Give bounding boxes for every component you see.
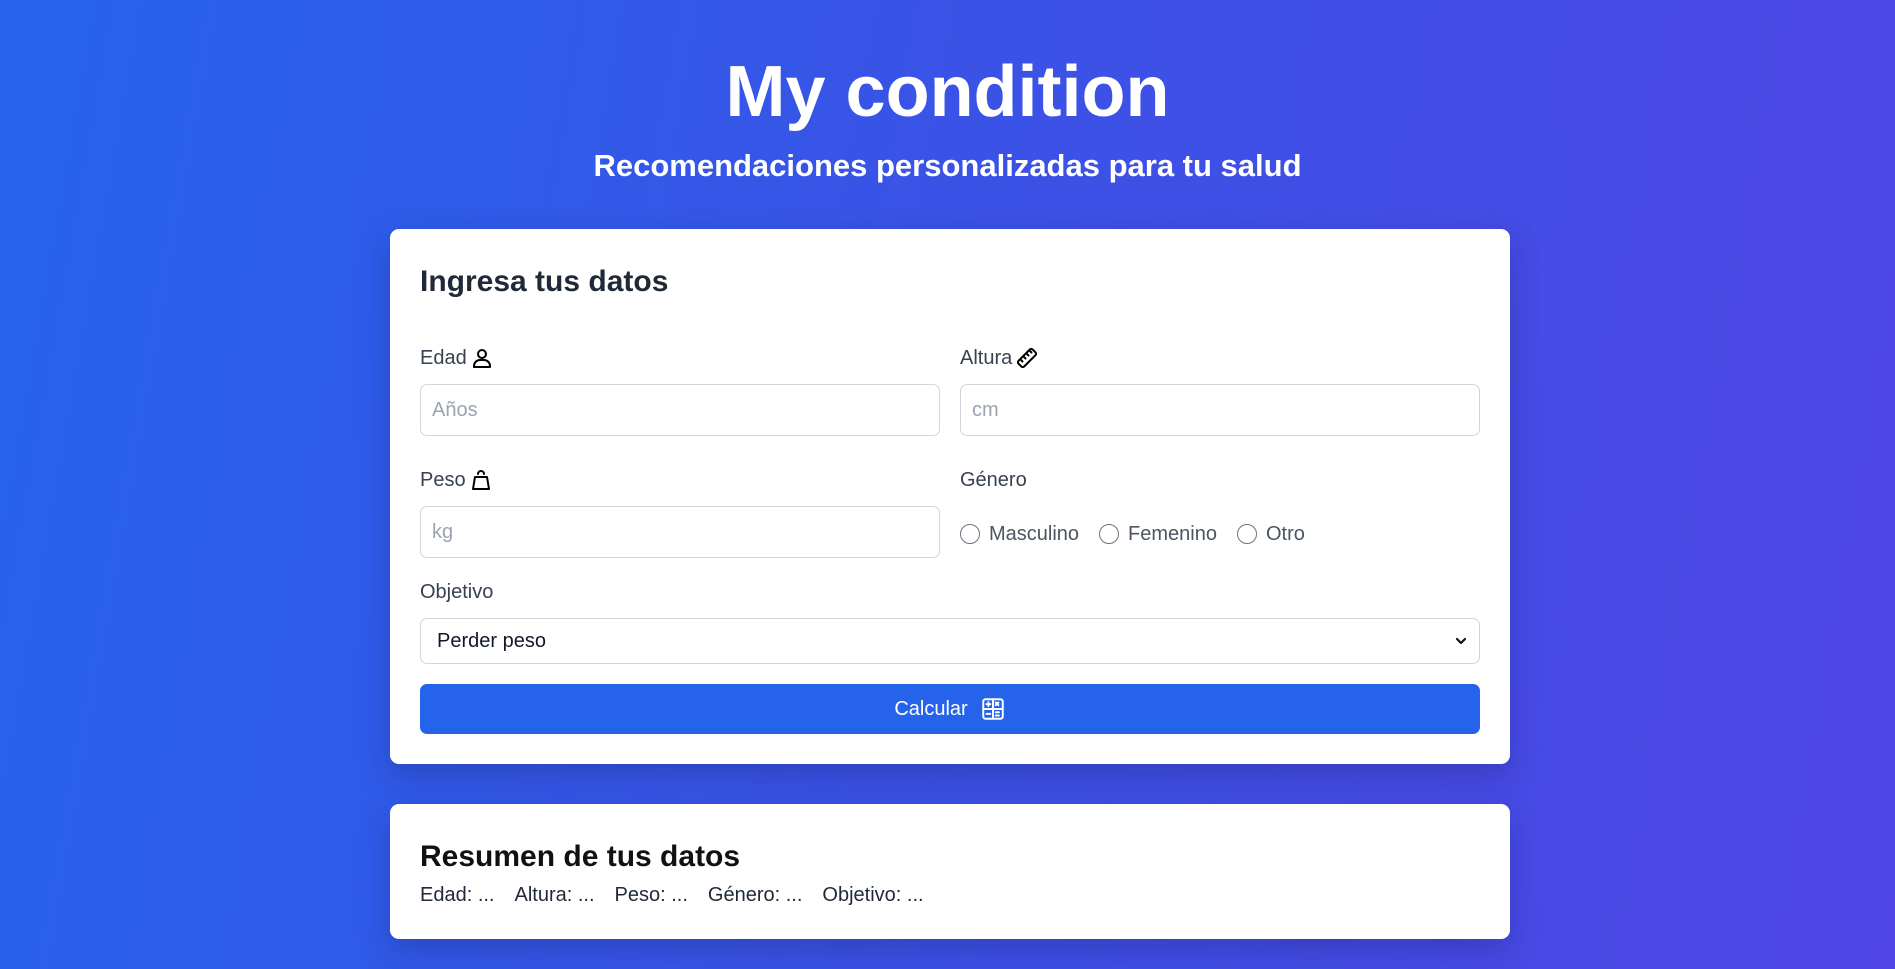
height-input[interactable] xyxy=(960,384,1480,436)
height-label: Altura xyxy=(960,343,1039,373)
summary-weight: Peso: ... xyxy=(614,884,688,906)
calculate-button-label: Calcular xyxy=(894,697,968,720)
weight-label-text: Peso xyxy=(420,468,466,491)
height-label-text: Altura xyxy=(960,346,1013,369)
goal-label-text: Objetivo xyxy=(420,580,494,603)
summary-values: Edad: ... Altura: ... Peso: ... Género: … xyxy=(420,884,924,907)
summary-age: Edad: ... xyxy=(420,884,495,906)
data-form-card: Ingresa tus datos Edad Altura Peso Géner… xyxy=(390,229,1510,764)
goal-select[interactable]: Perder peso xyxy=(420,618,1480,664)
gender-radio-group: Masculino Femenino Otro xyxy=(960,519,1305,549)
gender-label: Género xyxy=(960,465,1027,495)
radio-button-masculino[interactable] xyxy=(960,524,980,544)
form-title: Ingresa tus datos xyxy=(420,265,669,298)
gender-option-femenino[interactable]: Femenino xyxy=(1099,523,1217,546)
calculate-button[interactable]: Calcular xyxy=(420,684,1480,734)
chevron-down-icon xyxy=(1455,637,1467,645)
gender-label-text: Género xyxy=(960,468,1027,491)
gender-option-masculino[interactable]: Masculino xyxy=(960,523,1079,546)
summary-height: Altura: ... xyxy=(514,884,595,906)
summary-card: Resumen de tus datos Edad: ... Altura: .… xyxy=(390,804,1510,939)
goal-select-value: Perder peso xyxy=(437,629,546,652)
gender-option-label: Masculino xyxy=(989,522,1080,545)
age-input[interactable] xyxy=(420,384,940,436)
summary-goal: Objetivo: ... xyxy=(822,884,924,906)
calculator-icon xyxy=(981,698,1004,720)
weight-input[interactable] xyxy=(420,506,940,558)
person-icon xyxy=(472,349,491,368)
gender-option-label: Otro xyxy=(1265,522,1305,545)
age-label-text: Edad xyxy=(420,346,467,369)
app-subtitle: Recomendaciones personalizadas para tu s… xyxy=(593,148,1302,183)
weight-icon xyxy=(471,470,490,490)
gender-option-label: Femenino xyxy=(1128,522,1217,545)
gender-option-otro[interactable]: Otro xyxy=(1236,522,1305,546)
radio-button-femenino[interactable] xyxy=(1099,524,1120,544)
goal-label: Objetivo xyxy=(420,577,493,607)
app-title: My condition xyxy=(725,52,1170,132)
age-label: Edad xyxy=(420,343,494,373)
summary-gender: Género: ... xyxy=(707,884,803,906)
summary-title: Resumen de tus datos xyxy=(420,840,741,873)
radio-button-otro[interactable] xyxy=(1236,524,1257,544)
ruler-icon xyxy=(1017,347,1038,369)
weight-label: Peso xyxy=(420,465,493,495)
